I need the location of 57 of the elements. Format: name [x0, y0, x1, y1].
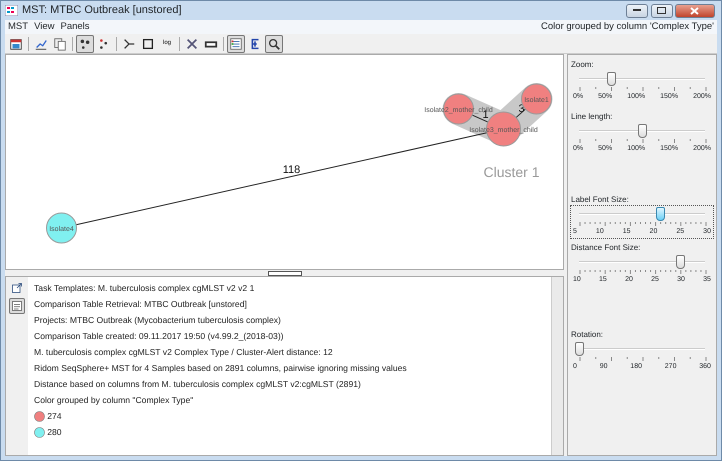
list-button[interactable] — [227, 34, 245, 52]
info-line: Ridom SeqSphere+ MST for 4 Samples based on 2891 columns, pairwise ignoring missing values — [34, 362, 408, 375]
info-line: M. tuberculosis complex cgMLST v2 Complex Type / Cluster-Alert distance: 12 — [34, 346, 334, 359]
slider-thumb[interactable] — [575, 342, 584, 356]
info-line: Color grouped by column "Complex Type" — [34, 394, 194, 407]
minimize-icon — [633, 9, 642, 12]
text-button[interactable] — [9, 298, 25, 314]
slider-thumb[interactable] — [656, 207, 665, 221]
maximize-icon — [657, 7, 666, 14]
splitter-handle[interactable] — [268, 270, 302, 276]
split-icon — [122, 36, 136, 50]
graph-icon — [78, 36, 92, 50]
export-button[interactable] — [9, 280, 25, 296]
copy-icon — [53, 36, 67, 50]
menu-item[interactable]: Panels — [57, 20, 93, 34]
legend-label: 280 — [47, 426, 62, 439]
info-line: Task Templates: M. tuberculosis complex cgMLST v2 v2 1 — [34, 282, 256, 295]
graph-button[interactable] — [76, 34, 94, 52]
cluster-label: Cluster 1 — [483, 164, 540, 180]
edge-label: 118 — [282, 164, 300, 176]
slider-track[interactable] — [579, 206, 705, 222]
slider-thumb[interactable] — [676, 254, 685, 268]
minimize-button[interactable] — [626, 4, 648, 18]
square-icon — [141, 36, 155, 50]
slider-label: Zoom: — [571, 59, 594, 71]
slider-track[interactable] — [579, 122, 705, 138]
info-line: Projects: MTBC Outbreak (Mycobacterium tuberculosis complex) — [34, 314, 282, 327]
export-icon — [11, 282, 23, 294]
info-line: Distance based on columns from M. tuberculosis complex cgMLST v2:cgMLST (2891) — [34, 378, 362, 391]
slider-track[interactable] — [579, 254, 705, 270]
legend-label: 274 — [47, 410, 62, 423]
list-icon — [229, 36, 243, 50]
slider-label: Label Font Size: — [571, 194, 629, 206]
slider-label: Rotation: — [571, 329, 604, 341]
search-icon — [267, 36, 281, 50]
close-button[interactable] — [674, 4, 715, 18]
status-text: Color grouped by column 'Complex Type' — [540, 20, 715, 34]
maximize-button[interactable] — [650, 4, 672, 18]
tools-icon — [185, 36, 199, 50]
close-icon — [690, 6, 700, 14]
app-icon — [5, 5, 18, 16]
slider-label: Line length: — [571, 110, 612, 122]
node-circle[interactable] — [46, 212, 77, 244]
scrollbar[interactable] — [551, 277, 563, 455]
slider-thumb[interactable] — [638, 124, 647, 138]
slider-label: Distance Font Size: — [571, 242, 640, 254]
slider-thumb[interactable] — [606, 72, 616, 86]
info-line: Comparison Table created: 09.11.2017 19:50 (v4.99.2_(2018-03)) — [34, 330, 285, 343]
node-circle[interactable] — [521, 84, 552, 114]
info-line: Comparison Table Retrieval: MTBC Outbreak [unstored] — [34, 298, 248, 311]
search-button[interactable] — [265, 34, 283, 52]
window-title: MST: MTBC Outbreak [unstored] — [22, 3, 182, 18]
slider-track[interactable] — [579, 71, 705, 87]
menu-item[interactable]: View — [31, 20, 58, 34]
menu-item[interactable]: MST — [5, 20, 32, 34]
text-icon — [11, 300, 23, 312]
calendar-icon — [9, 36, 23, 50]
